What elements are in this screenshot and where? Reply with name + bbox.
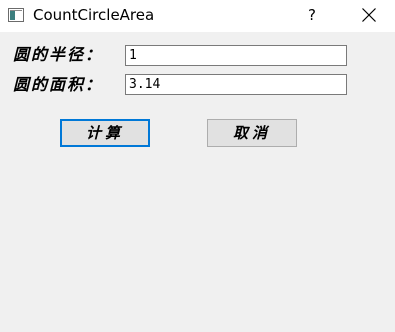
title-bar[interactable]: CountCircleArea ?: [0, 0, 395, 32]
area-output[interactable]: [125, 74, 347, 95]
close-icon: [362, 8, 376, 22]
radius-label: 圆的半径：: [13, 45, 104, 64]
window-title: CountCircleArea: [33, 6, 155, 24]
help-button[interactable]: ?: [300, 4, 324, 26]
cancel-button[interactable]: 取消: [207, 119, 297, 147]
calculate-button[interactable]: 计算: [60, 119, 150, 147]
area-label: 圆的面积：: [13, 75, 104, 94]
close-button[interactable]: [353, 0, 385, 30]
window-app-icon: [8, 8, 24, 22]
radius-input[interactable]: [125, 45, 347, 66]
